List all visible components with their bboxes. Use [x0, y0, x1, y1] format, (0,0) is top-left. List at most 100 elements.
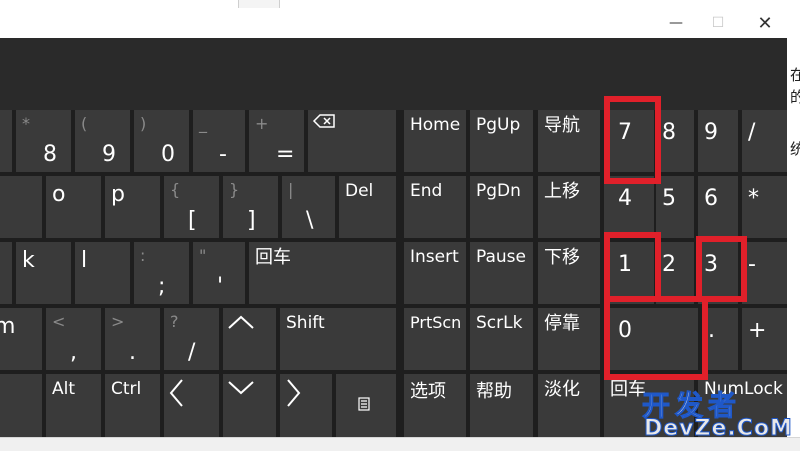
key-pgdn[interactable]: PgDn: [470, 176, 533, 238]
key-9[interactable]: ( 9: [75, 110, 130, 172]
key-7[interactable]: [0, 110, 12, 172]
left-arrow-icon: [168, 378, 184, 412]
key-move-down[interactable]: 下移: [538, 242, 600, 304]
key-l[interactable]: l: [75, 242, 130, 304]
key-end-label: End: [410, 181, 443, 201]
key-num0-main: 0: [618, 318, 632, 343]
key-num7-main: 7: [618, 120, 632, 145]
key-minus-shift: _: [199, 114, 207, 133]
close-icon: ✕: [757, 12, 773, 34]
key-end[interactable]: End: [404, 176, 466, 238]
key-insert-label: Insert: [410, 247, 459, 267]
maximize-button[interactable]: ☐: [698, 8, 738, 38]
key-up-arrow[interactable]: [223, 308, 276, 370]
key-9-main: 9: [102, 142, 116, 167]
key-move-up[interactable]: 上移: [538, 176, 600, 238]
key-home[interactable]: Home: [404, 110, 466, 172]
key-num2[interactable]: 2: [656, 242, 694, 304]
key-minus-main: -: [219, 142, 227, 167]
key-o[interactable]: o: [46, 176, 101, 238]
key-period[interactable]: > .: [105, 308, 160, 370]
key-num9[interactable]: 9: [698, 110, 738, 172]
key-m-main: m: [0, 314, 16, 339]
key-fade[interactable]: 淡化: [538, 374, 600, 437]
key-prtscn[interactable]: PrtScn: [404, 308, 466, 370]
key-m[interactable]: m: [0, 308, 42, 370]
key-j[interactable]: [0, 242, 12, 304]
key-num-star[interactable]: *: [742, 176, 787, 238]
key-left-arrow[interactable]: [164, 374, 219, 437]
key-comma[interactable]: < ,: [46, 308, 101, 370]
key-pgdn-label: PgDn: [476, 181, 521, 201]
key-semicolon[interactable]: : ;: [134, 242, 189, 304]
key-shift-label: Shift: [286, 313, 325, 333]
close-button[interactable]: ✕: [745, 8, 785, 38]
key-i[interactable]: [0, 176, 42, 238]
key-nav[interactable]: 导航: [538, 110, 600, 172]
key-slash[interactable]: ? /: [164, 308, 219, 370]
key-pgup[interactable]: PgUp: [470, 110, 533, 172]
key-minus[interactable]: _ -: [193, 110, 245, 172]
key-insert[interactable]: Insert: [404, 242, 466, 304]
key-shift[interactable]: Shift: [280, 308, 396, 370]
key-menu[interactable]: [336, 374, 396, 437]
key-9-shift: (: [81, 114, 88, 133]
key-move-down-label: 下移: [544, 247, 580, 268]
key-k-main: k: [22, 248, 35, 273]
right-arrow-icon: [286, 378, 302, 412]
key-num-dot[interactable]: .: [702, 308, 738, 370]
key-num4[interactable]: 4: [604, 176, 654, 238]
key-num-minus[interactable]: -: [742, 242, 787, 304]
key-num0[interactable]: 0: [604, 308, 698, 370]
key-k[interactable]: k: [16, 242, 71, 304]
key-options[interactable]: 选项: [404, 374, 466, 437]
key-num5[interactable]: 5: [656, 176, 694, 238]
key-num3[interactable]: 3: [698, 242, 738, 304]
key-o-main: o: [52, 182, 66, 207]
key-backslash[interactable]: | \: [282, 176, 335, 238]
minimize-button[interactable]: —: [656, 8, 696, 38]
key-dock-label: 停靠: [544, 313, 580, 334]
key-num3-main: 3: [704, 252, 718, 277]
key-left-bracket[interactable]: { [: [164, 176, 219, 238]
key-right-bracket-main: ]: [247, 208, 256, 233]
key-nav-label: 导航: [544, 115, 580, 136]
key-down-arrow[interactable]: [223, 374, 276, 437]
key-num-slash[interactable]: /: [742, 110, 787, 172]
key-quote[interactable]: " ': [193, 242, 245, 304]
key-8[interactable]: * 8: [16, 110, 71, 172]
key-right-bracket[interactable]: } ]: [223, 176, 278, 238]
key-num-star-main: *: [748, 186, 759, 211]
key-space[interactable]: [0, 374, 42, 437]
key-num1[interactable]: 1: [604, 242, 654, 304]
key-equals[interactable]: + =: [249, 110, 304, 172]
key-help[interactable]: 帮助: [470, 374, 533, 437]
key-right-arrow[interactable]: [280, 374, 332, 437]
key-pause[interactable]: Pause: [470, 242, 533, 304]
key-p[interactable]: p: [105, 176, 160, 238]
key-semicolon-main: ;: [158, 274, 166, 299]
edge-glyph: 的: [790, 88, 800, 106]
key-del[interactable]: Del: [339, 176, 396, 238]
key-num6-main: 6: [704, 186, 718, 211]
key-8-shift: *: [22, 114, 30, 133]
key-num6[interactable]: 6: [698, 176, 738, 238]
key-alt-label: Alt: [52, 379, 76, 399]
key-ctrl[interactable]: Ctrl: [105, 374, 160, 437]
key-num2-main: 2: [662, 252, 676, 277]
key-scrlk[interactable]: ScrLk: [470, 308, 533, 370]
key-equals-main: =: [276, 142, 295, 167]
key-enter[interactable]: 回车: [249, 242, 396, 304]
key-num-plus-main: +: [748, 318, 767, 343]
key-dock[interactable]: 停靠: [538, 308, 600, 370]
on-screen-keyboard: * 8 ( 9 ) 0 _ - + = o p { [ } ] | \ Del …: [0, 38, 787, 437]
key-num8-main: 8: [662, 120, 676, 145]
key-0[interactable]: ) 0: [134, 110, 189, 172]
key-alt[interactable]: Alt: [46, 374, 101, 437]
edge-glyph: 在: [790, 66, 800, 84]
key-num8[interactable]: 8: [656, 110, 694, 172]
key-num-plus[interactable]: +: [742, 308, 787, 370]
key-ctrl-label: Ctrl: [111, 379, 142, 399]
key-backspace[interactable]: [308, 110, 396, 172]
key-num7[interactable]: 7: [604, 110, 654, 172]
